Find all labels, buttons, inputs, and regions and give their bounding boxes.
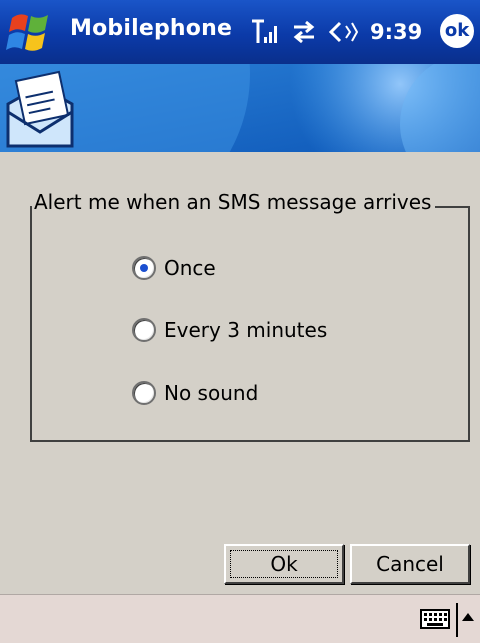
radio-every-3-minutes[interactable]: Every 3 minutes	[132, 318, 327, 342]
separator	[456, 603, 458, 637]
status-area: 9:39	[250, 14, 422, 50]
connectivity-icon[interactable]	[290, 19, 318, 45]
banner-graphic	[0, 64, 480, 152]
radio-button[interactable]	[132, 381, 156, 405]
ok-title-button[interactable]: ok	[440, 14, 474, 48]
radio-no-sound[interactable]: No sound	[132, 381, 258, 405]
title-bar: Mobilephone 9:39 ok	[0, 0, 480, 64]
radio-label[interactable]: Every 3 minutes	[164, 318, 327, 342]
app-title: Mobilephone	[70, 16, 233, 41]
radio-label[interactable]: No sound	[164, 381, 258, 405]
radio-button-selected[interactable]	[132, 256, 156, 280]
radio-once[interactable]: Once	[132, 256, 216, 280]
volume-icon[interactable]	[328, 19, 358, 45]
signal-strength-icon[interactable]	[250, 19, 280, 45]
arrow-up-icon[interactable]	[462, 613, 474, 621]
radio-button[interactable]	[132, 318, 156, 342]
bottom-menu-bar	[0, 594, 480, 643]
keyboard-icon[interactable]	[420, 609, 450, 629]
alert-groupbox-legend: Alert me when an SMS message arrives	[32, 190, 436, 214]
focus-rectangle	[230, 550, 338, 578]
clock[interactable]: 9:39	[370, 20, 422, 44]
header-banner	[0, 64, 480, 152]
cancel-button-label: Cancel	[376, 552, 444, 576]
ok-button[interactable]: Ok	[224, 544, 344, 584]
start-flag-icon[interactable]	[6, 10, 56, 56]
cancel-button[interactable]: Cancel	[350, 544, 470, 584]
radio-label[interactable]: Once	[164, 256, 216, 280]
